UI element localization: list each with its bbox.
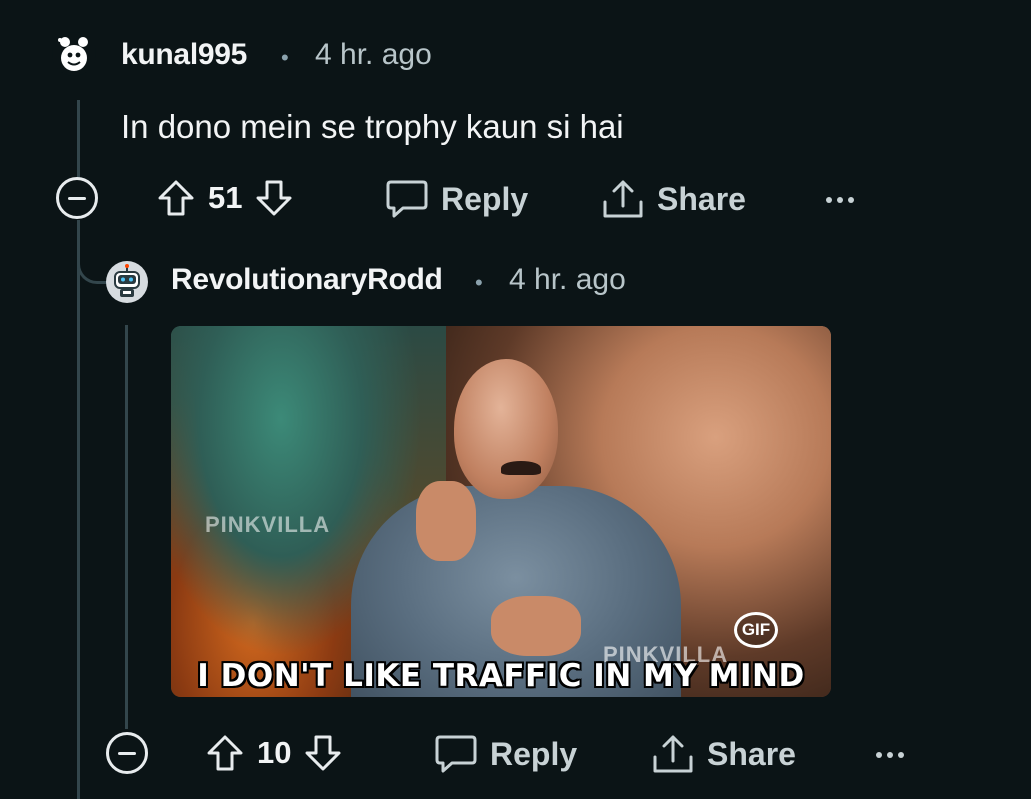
robot-avatar-icon [114, 264, 140, 297]
ellipsis-icon[interactable] [826, 197, 854, 203]
arrow-up-icon[interactable] [156, 178, 196, 218]
gif-watermark: PINKVILLA [205, 512, 331, 537]
thread-line-comment1 [77, 100, 80, 178]
share-icon [603, 180, 643, 218]
arrow-down-icon[interactable] [303, 733, 343, 773]
timestamp: 4 hr. ago [509, 263, 626, 296]
arrow-up-icon[interactable] [205, 733, 245, 773]
avatar[interactable] [106, 261, 148, 303]
gif-caption: I DON'T LIKE TRAFFIC IN MY MIND [197, 658, 805, 694]
speech-bubble-icon [386, 180, 428, 218]
snoo-avatar-icon [58, 37, 88, 71]
gif-person-mustache [501, 461, 541, 475]
gif-media[interactable]: PINKVILLA PINKVILLA GIF I DON'T LIKE TRA… [171, 326, 831, 697]
username[interactable]: kunal995 [121, 38, 247, 72]
separator-dot: • [281, 45, 289, 70]
vote-group: 10 [205, 733, 343, 773]
speech-bubble-icon [435, 735, 477, 773]
share-label: Share [657, 180, 746, 217]
ellipsis-icon[interactable] [876, 752, 904, 758]
username[interactable]: RevolutionaryRodd [171, 263, 443, 297]
thread-branch [77, 240, 109, 284]
share-icon [653, 735, 693, 773]
share-label: Share [707, 735, 796, 772]
reply-label: Reply [441, 180, 529, 217]
reply-label: Reply [490, 735, 578, 772]
collapse-button[interactable] [56, 177, 98, 219]
gif-badge[interactable]: GIF [734, 612, 778, 648]
share-button[interactable]: Share [651, 733, 796, 775]
thread-line-comment2 [125, 325, 128, 729]
vote-group: 51 [156, 178, 294, 218]
thread-line-comment1-lower [77, 220, 80, 799]
arrow-down-icon[interactable] [254, 178, 294, 218]
reply-button[interactable]: Reply [385, 178, 528, 220]
vote-score: 51 [208, 180, 243, 215]
timestamp: 4 hr. ago [315, 38, 432, 71]
vote-score: 10 [257, 735, 292, 770]
gif-person-head [454, 359, 558, 499]
avatar[interactable] [52, 32, 96, 76]
separator-dot: • [475, 270, 483, 295]
share-button[interactable]: Share [601, 178, 746, 220]
comment-body: In dono mein se trophy kaun si hai [121, 108, 624, 145]
gif-person-hand [491, 596, 581, 656]
reply-button[interactable]: Reply [434, 733, 577, 775]
collapse-button[interactable] [106, 732, 148, 774]
gif-person-hand [416, 481, 476, 561]
